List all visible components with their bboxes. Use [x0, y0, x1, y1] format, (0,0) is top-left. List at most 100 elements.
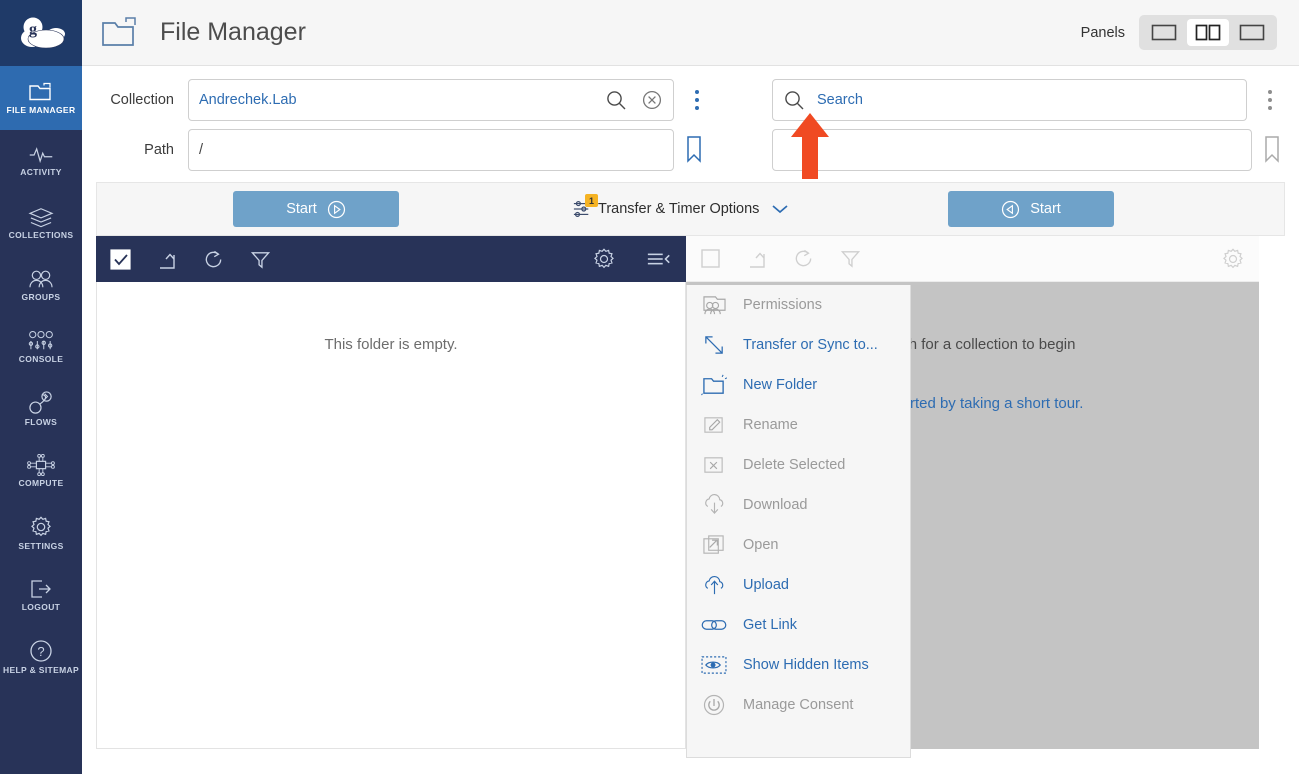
red-up-arrow-pointer — [787, 113, 833, 184]
transfer-diagonal-arrows-icon — [699, 333, 729, 357]
menu-item-download[interactable]: Download — [687, 485, 910, 525]
search-icon — [783, 89, 805, 111]
destination-path-input[interactable] — [772, 129, 1252, 171]
destination-bookmark-icon[interactable] — [1262, 135, 1282, 165]
sliders-icon — [28, 331, 53, 350]
power-circle-icon — [699, 693, 729, 717]
source-pane-toolbar — [96, 236, 686, 282]
menu-item-label: Delete Selected — [743, 457, 846, 473]
sidebar-item-label: LOGOUT — [21, 602, 61, 613]
svg-text:?: ? — [37, 644, 44, 659]
arrow-up-left-icon[interactable] — [157, 249, 177, 270]
menu-item-manage-consent[interactable]: Manage Consent — [687, 685, 910, 725]
destination-endpoint-form: Search — [772, 78, 1292, 172]
source-file-list: This folder is empty. — [96, 282, 686, 749]
menu-item-label: Open — [743, 537, 779, 553]
menu-item-upload[interactable]: Upload — [687, 565, 910, 605]
path-input[interactable]: / — [188, 129, 674, 171]
endpoint-forms: Collection Andrechek.Lab Path / Search — [82, 66, 1299, 172]
transfer-timer-options-toggle[interactable]: 1 Transfer & Timer Options — [572, 194, 789, 218]
sidebar-item-help-sitemap[interactable]: ? HELP & SITEMAP — [0, 626, 82, 688]
start-right-label: Start — [1030, 201, 1061, 217]
funnel-icon[interactable] — [250, 249, 271, 270]
refresh-icon[interactable] — [203, 249, 224, 270]
panels-label: Panels — [1080, 24, 1125, 41]
search-input[interactable]: Search — [772, 79, 1248, 121]
transfer-action-bar: Start 1 Transfer & Timer Options Start — [96, 182, 1285, 236]
page-title: File Manager — [160, 18, 306, 46]
layers-icon — [28, 208, 54, 228]
destination-overflow-menu-icon[interactable] — [1257, 90, 1282, 110]
menu-item-label: Show Hidden Items — [743, 657, 869, 673]
logout-arrow-icon — [31, 580, 51, 598]
source-pane-settings-gear-icon[interactable] — [592, 247, 616, 271]
clear-circle-x-icon[interactable] — [641, 89, 663, 111]
path-label: Path — [144, 142, 174, 158]
transfer-options-label: Transfer & Timer Options — [598, 201, 760, 217]
sidebar-item-file-manager[interactable]: FILE MANAGER — [0, 66, 82, 130]
arrow-up-left-icon — [747, 248, 767, 269]
dual-panel-button[interactable] — [1187, 19, 1229, 46]
folder-icon — [100, 15, 142, 51]
menu-item-transfer-or-sync[interactable]: Transfer or Sync to... — [687, 325, 910, 365]
menu-item-permissions[interactable]: Permissions — [687, 285, 910, 325]
search-icon[interactable] — [605, 89, 627, 111]
sidebar-item-label: ACTIVITY — [20, 167, 62, 178]
menu-item-rename[interactable]: Rename — [687, 405, 910, 445]
menu-item-label: Rename — [743, 417, 798, 433]
folder-icon — [29, 83, 51, 101]
sidebar-item-activity[interactable]: ACTIVITY — [0, 130, 82, 192]
sidebar-item-label: GROUPS — [21, 292, 61, 303]
sidebar-item-compute[interactable]: COMPUTE — [0, 440, 82, 502]
sidebar-item-label: FLOWS — [24, 417, 58, 428]
menu-item-label: Manage Consent — [743, 697, 854, 713]
menu-item-get-link[interactable]: Get Link — [687, 605, 910, 645]
bottom-spacer — [82, 758, 1299, 774]
menu-item-delete-selected[interactable]: Delete Selected — [687, 445, 910, 485]
menu-item-label: Upload — [743, 577, 789, 593]
menu-item-label: Permissions — [743, 297, 822, 313]
permissions-people-icon — [699, 294, 729, 316]
start-left-label: Start — [286, 201, 317, 217]
sidebar-item-flows[interactable]: FLOWS — [0, 378, 82, 440]
chevron-down-icon[interactable] — [771, 203, 789, 215]
play-left-circle-icon — [1002, 200, 1020, 218]
start-transfer-right-button[interactable]: Start — [948, 191, 1114, 227]
checkbox-empty-icon — [700, 248, 721, 269]
path-value: / — [199, 142, 204, 158]
people-icon — [29, 270, 53, 288]
start-transfer-left-button[interactable]: Start — [233, 191, 399, 227]
menu-item-open[interactable]: Open — [687, 525, 910, 565]
menu-item-new-folder[interactable]: New Folder — [687, 365, 910, 405]
svg-text:g: g — [29, 21, 37, 38]
sidebar-item-logout[interactable]: LOGOUT — [0, 564, 82, 626]
app-header: File Manager Panels — [82, 0, 1299, 66]
gear-icon — [31, 516, 51, 537]
source-overflow-menu-icon[interactable] — [684, 90, 710, 110]
panels-control: Panels — [1081, 15, 1277, 50]
refresh-icon — [793, 248, 814, 269]
checkbox-checked-icon[interactable] — [110, 248, 131, 270]
globus-cloud-logo[interactable]: g — [0, 0, 82, 66]
source-pane-menu-toggle-icon[interactable] — [646, 249, 672, 269]
sidebar-item-label: CONSOLE — [18, 354, 64, 365]
source-pane: This folder is empty. — [96, 236, 686, 749]
collection-input[interactable]: Andrechek.Lab — [188, 79, 674, 121]
sidebar-item-settings[interactable]: SETTINGS — [0, 502, 82, 564]
menu-item-label: New Folder — [743, 377, 818, 393]
new-folder-icon — [699, 373, 729, 397]
sidebar-item-groups[interactable]: GROUPS — [0, 254, 82, 316]
sidebar-item-console[interactable]: CONSOLE — [0, 316, 82, 378]
menu-item-label: Download — [743, 497, 808, 513]
source-bookmark-icon[interactable] — [684, 135, 704, 165]
sidebar-item-collections[interactable]: COLLECTIONS — [0, 192, 82, 254]
single-panel-left-button[interactable] — [1143, 19, 1185, 46]
link-chain-icon — [699, 617, 729, 633]
flow-nodes-icon — [29, 391, 52, 415]
sidebar-item-label: COMPUTE — [18, 478, 64, 489]
rename-pencil-icon — [699, 414, 729, 436]
panels-toggle-group — [1139, 15, 1277, 50]
single-panel-right-button[interactable] — [1231, 19, 1273, 46]
download-cloud-icon — [699, 493, 729, 517]
menu-item-show-hidden-items[interactable]: Show Hidden Items — [687, 645, 910, 685]
